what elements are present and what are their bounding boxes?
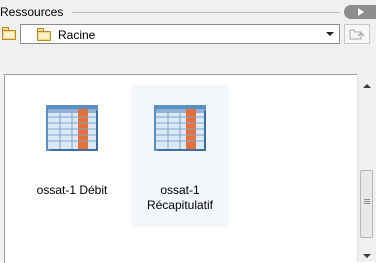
header-divider: [72, 12, 340, 13]
spreadsheet-icon: [154, 105, 206, 151]
grip-icon: [364, 199, 370, 200]
chevron-down-icon[interactable]: [323, 27, 337, 41]
vertical-scrollbar[interactable]: [357, 74, 376, 262]
list-item[interactable]: ossat-1 Récapitulatif: [131, 85, 229, 227]
panel-title: Ressources: [0, 5, 64, 19]
folder-up-button[interactable]: [344, 24, 370, 44]
panel-header: Ressources: [0, 0, 376, 22]
folder-selector-row: Racine: [0, 22, 376, 48]
scroll-down-icon[interactable]: [363, 254, 371, 258]
expand-panel-button[interactable]: [344, 5, 376, 19]
resource-list: ossat-1 Débit ossat-1 Récapitulatif: [4, 74, 359, 263]
selected-folder-label: Racine: [58, 28, 96, 42]
folder-combobox[interactable]: Racine: [20, 24, 340, 44]
list-item[interactable]: ossat-1 Débit: [23, 85, 121, 227]
scrollbar-thumb[interactable]: [360, 170, 373, 238]
item-label: ossat-1 Débit: [36, 183, 108, 197]
folder-icon: [37, 28, 51, 41]
spreadsheet-icon: [46, 105, 98, 151]
folder-up-icon: [349, 29, 365, 40]
scroll-up-icon[interactable]: [363, 84, 371, 88]
resources-panel: Ressources Racine ossat-1 Débit ossat-1 …: [0, 0, 376, 263]
item-label: ossat-1 Récapitulatif: [146, 183, 214, 212]
folder-icon: [2, 27, 16, 40]
